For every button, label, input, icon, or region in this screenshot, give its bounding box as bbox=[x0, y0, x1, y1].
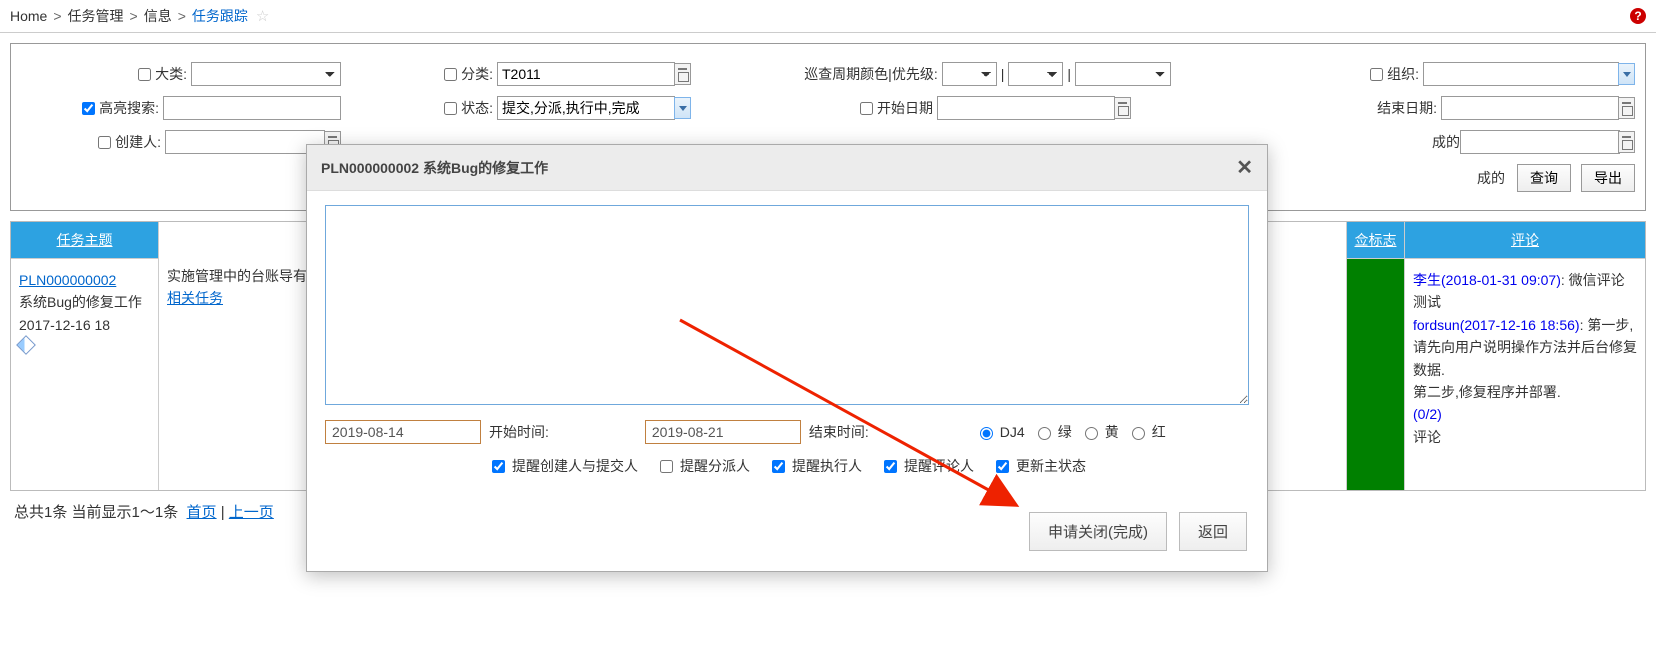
subcategory-picker-icon[interactable] bbox=[674, 63, 691, 85]
subcategory-checkbox[interactable] bbox=[444, 68, 457, 81]
apply-close-button[interactable]: 申请关闭(完成) bbox=[1029, 512, 1167, 551]
row3-picker-icon[interactable] bbox=[1618, 131, 1635, 153]
chk-update-status[interactable]: 更新主状态 bbox=[992, 456, 1086, 476]
startdate-picker-icon[interactable] bbox=[1114, 97, 1131, 119]
chk-notify-creator[interactable]: 提醒创建人与提交人 bbox=[488, 456, 638, 476]
category-label: 大类: bbox=[155, 64, 187, 84]
export-button[interactable]: 导出 bbox=[1581, 164, 1635, 192]
org-input[interactable] bbox=[1423, 62, 1619, 86]
col-header-comment[interactable]: 评论 bbox=[1405, 222, 1645, 259]
breadcrumb-l2[interactable]: 信息 bbox=[144, 6, 172, 26]
enddate-input[interactable] bbox=[1441, 96, 1619, 120]
startdate-checkbox[interactable] bbox=[860, 102, 873, 115]
dialog-textarea[interactable] bbox=[325, 205, 1249, 405]
col-header-subject[interactable]: 任务主题 bbox=[11, 222, 158, 259]
breadcrumb-l1[interactable]: 任务管理 bbox=[68, 6, 124, 26]
comment-author[interactable]: 李生(2018-01-31 09:07) bbox=[1413, 272, 1561, 288]
breadcrumb-sep: > bbox=[53, 8, 61, 24]
dialog-close-icon[interactable]: ✕ bbox=[1236, 155, 1253, 180]
pager-summary: 总共1条 当前显示1～1条 bbox=[14, 504, 178, 521]
start-date-label: 开始时间: bbox=[489, 422, 549, 442]
enddate-label: 结束日期: bbox=[1377, 98, 1437, 118]
breadcrumb-home[interactable]: Home bbox=[10, 8, 47, 24]
creator-checkbox[interactable] bbox=[98, 136, 111, 149]
favorite-star-icon[interactable]: ☆ bbox=[256, 7, 269, 25]
highlight-label: 高亮搜索: bbox=[99, 98, 159, 118]
task-title: 系统Bug的修复工作 bbox=[19, 291, 150, 313]
status-dropdown-icon[interactable] bbox=[674, 97, 691, 119]
highlight-input[interactable] bbox=[163, 96, 341, 120]
priority-select-3[interactable] bbox=[1075, 62, 1171, 86]
status-label: 状态: bbox=[461, 98, 493, 118]
end-date-label: 结束时间: bbox=[809, 422, 869, 442]
back-button[interactable]: 返回 bbox=[1179, 512, 1247, 551]
category-select[interactable] bbox=[191, 62, 341, 86]
cell-comment: 李生(2018-01-31 09:07): 微信评论测试 fordsun(201… bbox=[1405, 259, 1645, 490]
comment-action[interactable]: 评论 bbox=[1413, 426, 1637, 448]
chk-notify-assign[interactable]: 提醒分派人 bbox=[656, 456, 750, 476]
breadcrumb-sep: > bbox=[178, 8, 186, 24]
pager-prev[interactable]: 上一页 bbox=[229, 504, 274, 521]
query-button[interactable]: 查询 bbox=[1517, 164, 1571, 192]
priority-label: 巡查周期颜色|优先级: bbox=[804, 64, 938, 84]
priority-select-1[interactable] bbox=[942, 62, 997, 86]
radio-green[interactable]: 绿 bbox=[1033, 422, 1072, 442]
row3-extra-input[interactable] bbox=[1460, 130, 1620, 154]
start-date-input[interactable] bbox=[325, 420, 481, 444]
org-dropdown-icon[interactable] bbox=[1618, 63, 1635, 85]
end-date-input[interactable] bbox=[645, 420, 801, 444]
chk-notify-exec[interactable]: 提醒执行人 bbox=[768, 456, 862, 476]
breadcrumb-current: 任务跟踪 bbox=[192, 6, 248, 26]
org-checkbox[interactable] bbox=[1370, 68, 1383, 81]
col-header-flag[interactable]: 佥标志 bbox=[1347, 222, 1404, 259]
cell-flag bbox=[1347, 259, 1404, 490]
radio-dj4[interactable]: DJ4 bbox=[975, 424, 1025, 440]
edit-icon[interactable] bbox=[16, 335, 36, 355]
sep-pipe: | bbox=[1067, 66, 1071, 82]
chk-notify-comment[interactable]: 提醒评论人 bbox=[880, 456, 974, 476]
dialog-title-text: PLN000000002 系统Bug的修复工作 bbox=[321, 158, 548, 178]
row3-tail-label: 成的 bbox=[1432, 132, 1460, 152]
pager-first[interactable]: 首页 bbox=[187, 504, 217, 521]
startdate-label: 开始日期 bbox=[877, 98, 933, 118]
cell-subject: PLN000000002 系统Bug的修复工作 2017-12-16 18 bbox=[11, 259, 158, 490]
sep-pipe: | bbox=[1001, 66, 1005, 82]
startdate-input[interactable] bbox=[937, 96, 1115, 120]
subcategory-input[interactable] bbox=[497, 62, 675, 86]
breadcrumb: Home > 任务管理 > 信息 > 任务跟踪 ☆ ? bbox=[0, 0, 1656, 33]
radio-red[interactable]: 红 bbox=[1127, 422, 1166, 442]
comment-text: 第二步,修复程序并部署. bbox=[1413, 381, 1637, 403]
category-checkbox[interactable] bbox=[138, 68, 151, 81]
status-checkbox[interactable] bbox=[444, 102, 457, 115]
comment-author[interactable]: fordsun(2017-12-16 18:56) bbox=[1413, 317, 1580, 333]
status-flag-green bbox=[1347, 259, 1404, 490]
radio-yellow[interactable]: 黄 bbox=[1080, 422, 1119, 442]
creator-label: 创建人: bbox=[115, 132, 161, 152]
status-input[interactable] bbox=[497, 96, 675, 120]
help-icon[interactable]: ? bbox=[1630, 8, 1646, 24]
task-date: 2017-12-16 18 bbox=[19, 314, 150, 336]
comment-count[interactable]: (0/2) bbox=[1413, 406, 1442, 422]
enddate-picker-icon[interactable] bbox=[1618, 97, 1635, 119]
breadcrumb-sep: > bbox=[130, 8, 138, 24]
creator-input[interactable] bbox=[165, 130, 325, 154]
highlight-checkbox[interactable] bbox=[82, 102, 95, 115]
subcategory-label: 分类: bbox=[461, 64, 493, 84]
priority-select-2[interactable] bbox=[1008, 62, 1063, 86]
dialog-titlebar[interactable]: PLN000000002 系统Bug的修复工作 ✕ bbox=[307, 145, 1267, 191]
related-task-link[interactable]: 相关任务 bbox=[167, 290, 223, 306]
dialog: PLN000000002 系统Bug的修复工作 ✕ 开始时间: 结束时间: DJ… bbox=[306, 144, 1268, 572]
task-id-link[interactable]: PLN000000002 bbox=[19, 272, 116, 288]
org-label: 组织: bbox=[1387, 64, 1419, 84]
row4-tail-label: 成的 bbox=[1477, 168, 1505, 188]
